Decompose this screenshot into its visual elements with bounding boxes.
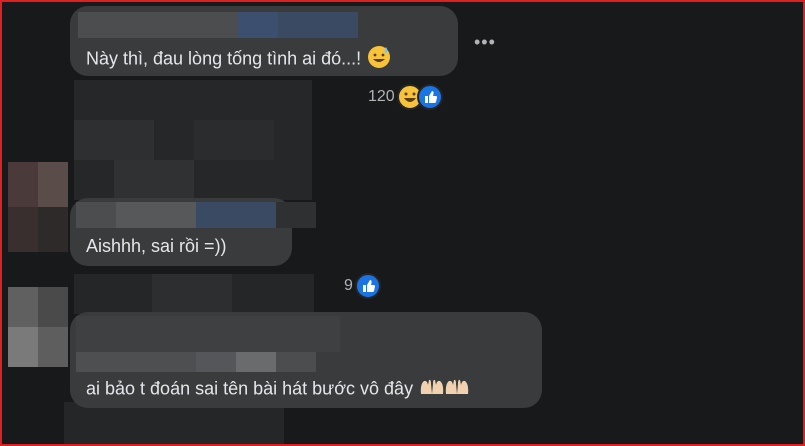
reaction-summary[interactable]: 9: [344, 273, 381, 299]
raising-hands-emoji: [418, 376, 470, 403]
avatar[interactable]: [8, 287, 68, 367]
author-name-blurred[interactable]: [76, 352, 316, 372]
sweat-smile-emoji: [366, 44, 392, 75]
comment-thread: Này thì, đau lòng tống tình ai đó...! ••…: [0, 0, 805, 446]
comment-text: Này thì, đau lòng tống tình ai đó...!: [86, 48, 362, 69]
like-icon: [416, 84, 443, 110]
reaction-count: 120: [368, 88, 395, 105]
author-name-blurred[interactable]: [76, 202, 316, 228]
avatar[interactable]: [8, 162, 68, 252]
reaction-summary[interactable]: 120: [368, 84, 443, 110]
comment-bubble: ai bảo t đoán sai tên bài hát bước vô đâ…: [70, 312, 542, 408]
comment-text: Aishhh, sai rồi =)): [86, 236, 227, 256]
comment-text: ai bảo t đoán sai tên bài hát bước vô đâ…: [86, 378, 414, 399]
like-icon: [354, 273, 381, 299]
reaction-count: 9: [344, 277, 353, 294]
comment-bubble: Này thì, đau lòng tống tình ai đó...!: [70, 6, 458, 76]
more-options-button[interactable]: •••: [474, 32, 496, 53]
author-name-blurred[interactable]: [78, 12, 358, 38]
comment-bubble: Aishhh, sai rồi =)): [70, 198, 316, 266]
